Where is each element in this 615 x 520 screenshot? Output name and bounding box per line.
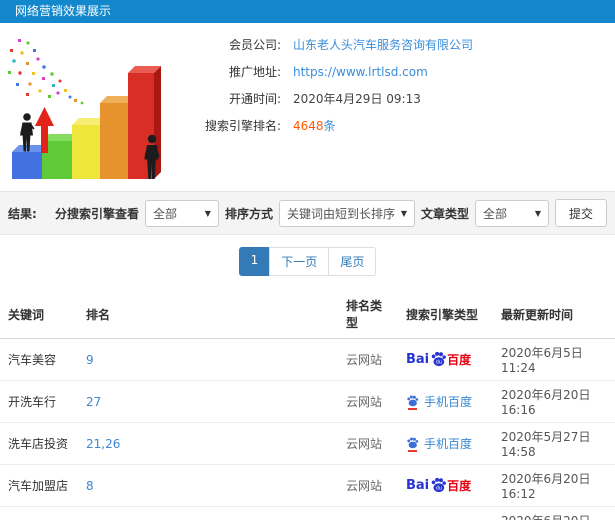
rank-cell[interactable]: 21,26 (78, 422, 338, 465)
baidu-cn-wordmark: 百度 (447, 352, 472, 367)
engine-rank-value: 4648条 (293, 118, 336, 135)
engine-cell: 手机百度 (398, 422, 493, 465)
header-engine-type: 搜索引擎类型 (398, 290, 493, 339)
page-title-bar: 网络营销效果展示 (0, 0, 615, 23)
article-type-select[interactable]: 全部 ▼ (474, 199, 549, 227)
promo-url-label: 推广地址: (228, 65, 281, 79)
update-time-cell: 2020年5月27日 14:58 (493, 422, 615, 465)
engine-filter-select[interactable]: 全部 ▼ (144, 199, 219, 227)
mobile-baidu-paw-icon (406, 436, 419, 452)
table-row[interactable]: 开洗车行 27 云网站 手机百度 2020年6月20日 16:16 (0, 380, 615, 423)
mobile-baidu-logo: 手机百度 (406, 394, 472, 410)
table-header-row: 关键词 排名 排名类型 搜索引擎类型 最新更新时间 (0, 290, 615, 339)
page-button-last[interactable]: 尾页 (328, 247, 377, 276)
table-row[interactable]: 汽车加盟店 8 云网站 Bai du 百度 2020年6月20日 16:12 (0, 464, 615, 507)
page-title: 网络营销效果展示 (15, 4, 112, 18)
header-keyword: 关键词 (0, 290, 78, 339)
rank-cell[interactable]: 9 (78, 338, 338, 381)
result-label: 结果: (8, 206, 37, 221)
rank-cell[interactable]: 25,28,28 (78, 506, 338, 520)
keyword-cell: 加盟洗车店 (0, 506, 78, 520)
company-label: 会员公司: (228, 38, 281, 52)
baidu-paw-text: du (436, 485, 442, 491)
keyword-cell: 汽车美容 (0, 338, 78, 381)
mobile-baidu-paw-icon (406, 394, 419, 410)
company-row: 会员公司: 山东老人头汽车服务咨询有限公司 (185, 37, 473, 54)
engine-cell: Bai du 百度 (398, 338, 493, 381)
sort-select[interactable]: 关键词由短到长排序 ▼ (278, 199, 415, 227)
submit-button[interactable]: 提交 (554, 199, 607, 227)
rank-type-cell: 云网站 (338, 380, 398, 423)
baidu-cn-wordmark: 百度 (447, 478, 472, 493)
rank-unit: 条 (323, 119, 336, 133)
sort-label: 排序方式 (224, 206, 273, 221)
baidu-paw-icon: du (431, 477, 447, 492)
promo-url-link[interactable]: https://www.lrtlsd.com (293, 64, 428, 81)
keyword-rank-table: 关键词 排名 排名类型 搜索引擎类型 最新更新时间 汽车美容 9 云网站 Bai… (0, 290, 615, 520)
mobile-baidu-logo: 手机百度 (406, 436, 472, 452)
rank-cell[interactable]: 27 (78, 380, 338, 423)
rank-type-cell: 云网站 (338, 464, 398, 507)
update-time-cell: 2020年6月5日 11:24 (493, 338, 615, 381)
red-underline (408, 407, 417, 410)
update-time-cell: 2020年6月20日 16:12 (493, 464, 615, 507)
header-rank: 排名 (78, 290, 338, 339)
baidu-wordmark: Bai (406, 352, 430, 367)
open-time-label: 开通时间: (228, 92, 281, 106)
keyword-cell: 洗车店投资 (0, 422, 78, 465)
filter-controls: 分搜索引擎查看 全部 ▼ 排序方式 关键词由短到长排序 ▼ 文章类型 全部 ▼ … (55, 199, 607, 227)
baidu-wordmark: Bai (406, 478, 430, 493)
member-info-panel: 会员公司: 山东老人头汽车服务咨询有限公司 推广地址: https://www.… (185, 29, 473, 191)
red-underline (408, 449, 417, 452)
rank-cell[interactable]: 8 (78, 464, 338, 507)
company-link[interactable]: 山东老人头汽车服务咨询有限公司 (293, 37, 473, 54)
baidu-paw-text: du (436, 359, 442, 365)
update-time-cell: 2020年6月20日 16:11 (493, 506, 615, 520)
keyword-cell: 汽车加盟店 (0, 464, 78, 507)
pagination: 1 下一页 尾页 (0, 235, 615, 290)
engine-filter-value: 全部 (152, 206, 177, 221)
mobile-baidu-label: 手机百度 (424, 436, 473, 451)
page-button-next[interactable]: 下一页 (269, 247, 330, 276)
confetti-dots (8, 39, 84, 105)
rank-type-cell: 云网站 (338, 506, 398, 520)
baidu-paw-icon: du (431, 351, 447, 366)
table-row[interactable]: 汽车美容 9 云网站 Bai du 百度 2020年6月5日 11:24 (0, 338, 615, 381)
rank-count: 4648 (293, 119, 324, 133)
chevron-down-icon: ▼ (400, 208, 407, 218)
baidu-logo: Bai du 百度 (406, 476, 471, 496)
open-time-value: 2020年4月29日 09:13 (293, 92, 421, 106)
table-row[interactable]: 加盟洗车店 25,28,28 云网站 手机百度 2020年6月20日 16:11 (0, 506, 615, 520)
rank-type-cell: 云网站 (338, 338, 398, 381)
bar-red (128, 66, 161, 179)
header-update-time: 最新更新时间 (493, 290, 615, 339)
promo-url-row: 推广地址: https://www.lrtlsd.com (185, 64, 473, 81)
summary-section: 会员公司: 山东老人头汽车服务咨询有限公司 推广地址: https://www.… (0, 23, 615, 191)
open-time-row: 开通时间: 2020年4月29日 09:13 (185, 91, 473, 108)
growth-chart-illustration (8, 39, 161, 179)
header-rank-type: 排名类型 (338, 290, 398, 339)
keyword-cell: 开洗车行 (0, 380, 78, 423)
engine-rank-row: 搜索引擎排名: 4648条 (185, 118, 473, 135)
baidu-logo: Bai du 百度 (406, 350, 471, 370)
engine-cell: 手机百度 (398, 506, 493, 520)
table-row[interactable]: 洗车店投资 21,26 云网站 手机百度 2020年5月27日 14:58 (0, 422, 615, 465)
rank-type-cell: 云网站 (338, 422, 398, 465)
engine-filter-label: 分搜索引擎查看 (54, 206, 139, 221)
sort-value: 关键词由短到长排序 (286, 206, 395, 221)
page-button-current[interactable]: 1 (238, 247, 271, 276)
engine-cell: Bai du 百度 (398, 464, 493, 507)
filter-bar: 结果: 分搜索引擎查看 全部 ▼ 排序方式 关键词由短到长排序 ▼ 文章类型 全… (0, 191, 615, 235)
article-type-label: 文章类型 (420, 206, 469, 221)
mobile-baidu-label: 手机百度 (424, 394, 473, 409)
article-type-value: 全部 (482, 206, 507, 221)
chevron-down-icon: ▼ (534, 208, 541, 218)
chevron-down-icon: ▼ (204, 208, 211, 218)
engine-cell: 手机百度 (398, 380, 493, 423)
update-time-cell: 2020年6月20日 16:16 (493, 380, 615, 423)
engine-rank-label: 搜索引擎排名: (204, 119, 281, 133)
